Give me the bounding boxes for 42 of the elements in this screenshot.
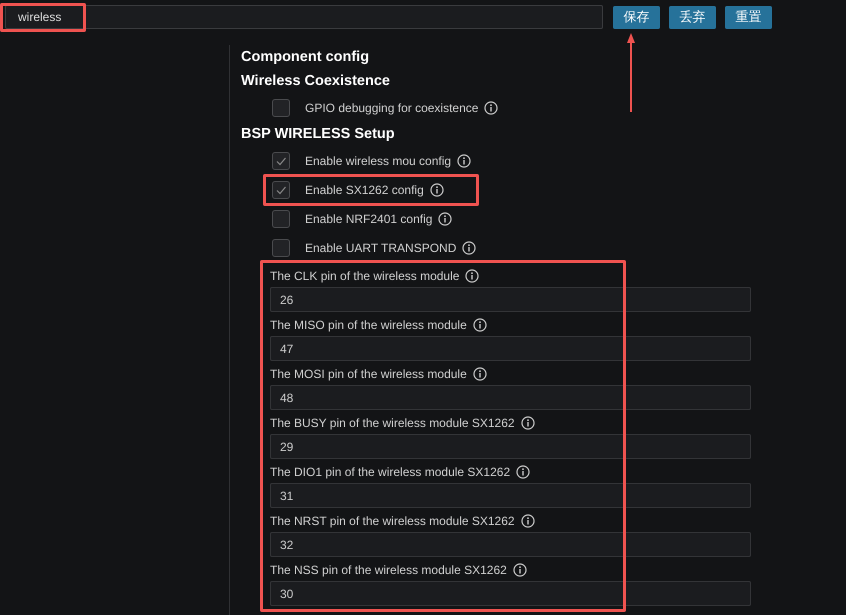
- info-icon[interactable]: [512, 563, 527, 577]
- checkbox-label: Enable SX1262 config: [305, 182, 424, 198]
- input-field[interactable]: 29: [270, 434, 751, 459]
- input-field[interactable]: 26: [270, 287, 751, 312]
- checkbox-label: Enable NRF2401 config: [305, 210, 432, 228]
- field-label: The CLK pin of the wireless module: [270, 268, 460, 285]
- checkbox[interactable]: [272, 180, 290, 198]
- field-label: The MISO pin of the wireless module: [270, 317, 467, 334]
- input-field[interactable]: 48: [270, 385, 751, 410]
- field-label: The NSS pin of the wireless module SX1262: [270, 562, 507, 579]
- field-label: The NRST pin of the wireless module SX1262: [270, 513, 515, 530]
- toolbar-button[interactable]: 重置: [725, 6, 772, 28]
- info-icon[interactable]: [465, 269, 480, 283]
- info-icon[interactable]: [472, 318, 487, 332]
- field-label: The DIO1 pin of the wireless module SX1262: [270, 464, 510, 481]
- checkbox[interactable]: [272, 238, 290, 256]
- checkbox[interactable]: [272, 98, 290, 116]
- field-label: The BUSY pin of the wireless module SX1262: [270, 415, 515, 432]
- info-icon[interactable]: [472, 367, 487, 381]
- checkbox-label: Enable UART TRANSPOND: [305, 240, 456, 256]
- info-icon[interactable]: [516, 465, 530, 479]
- info-icon[interactable]: [438, 212, 452, 226]
- info-icon[interactable]: [520, 416, 535, 430]
- section-heading: Component config: [241, 48, 370, 67]
- info-icon[interactable]: [430, 182, 444, 196]
- field-label: The MOSI pin of the wireless module: [270, 366, 467, 383]
- section-heading: BSP WIRELESS Setup: [241, 125, 396, 144]
- search-field[interactable]: wireless: [5, 5, 603, 29]
- checkbox-label: GPIO debugging for coexistence: [305, 100, 478, 116]
- input-field[interactable]: 31: [270, 483, 751, 508]
- info-icon[interactable]: [462, 240, 476, 254]
- info-icon[interactable]: [520, 514, 535, 528]
- input-field[interactable]: 30: [270, 581, 751, 606]
- info-icon[interactable]: [484, 100, 498, 114]
- info-icon[interactable]: [457, 154, 472, 168]
- toolbar-button[interactable]: 丢弃: [669, 6, 716, 28]
- section-heading: Wireless Coexistence: [241, 72, 391, 91]
- input-field[interactable]: 32: [270, 532, 751, 557]
- checkbox-label: Enable wireless mou config: [305, 152, 452, 170]
- input-field[interactable]: 47: [270, 336, 751, 361]
- checkbox[interactable]: [272, 152, 290, 170]
- checkbox[interactable]: [272, 210, 290, 228]
